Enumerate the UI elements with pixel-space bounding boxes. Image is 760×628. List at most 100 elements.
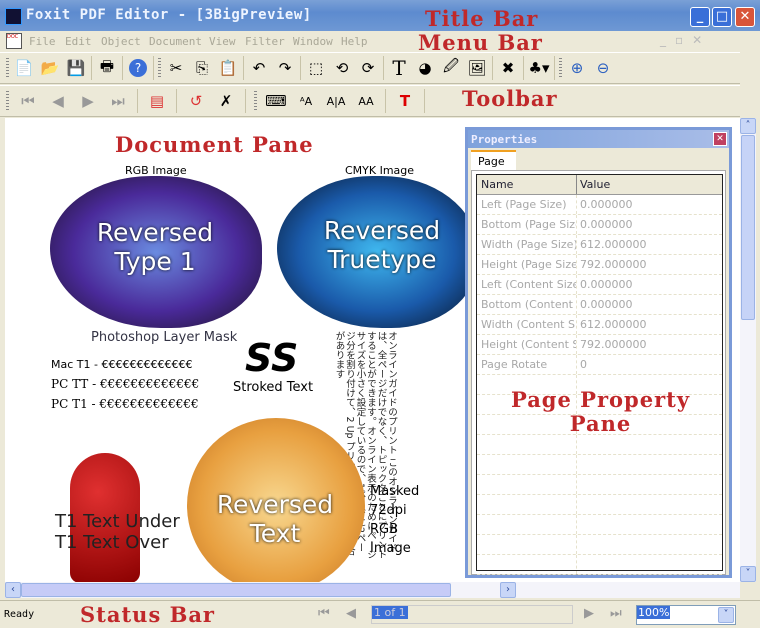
open-icon[interactable]: 📂 (39, 57, 61, 79)
print-icon[interactable]: 🖶 (96, 57, 118, 79)
add-text-icon[interactable]: T (394, 90, 416, 112)
zoom-select[interactable]: 100% ˅ (636, 605, 736, 625)
status-next-page-icon[interactable]: ▶ (584, 606, 594, 621)
copy-icon[interactable]: ⎘ (191, 57, 213, 79)
edit-image-icon[interactable]: 🖉 (440, 57, 462, 79)
menu-edit[interactable]: Edit (65, 35, 92, 48)
mac-t1-text: Mac T1 - €€€€€€€€€€€€€ (51, 358, 193, 371)
color-icon[interactable]: ◕ (414, 57, 436, 79)
rotate-page-icon[interactable]: ↺ (185, 90, 207, 112)
menu-document[interactable]: Document (149, 35, 202, 48)
property-value: 0.000000 (580, 278, 633, 291)
reversed-type1-text-2: Type 1 (114, 247, 196, 276)
text-spacing-icon[interactable]: A|A (325, 90, 347, 112)
menu-window[interactable]: Window (293, 35, 333, 48)
delete-object-icon[interactable]: ✖ (497, 57, 519, 79)
property-row[interactable]: Left (Content Size) 0.000000 (477, 275, 722, 295)
property-row[interactable]: Width (Content Size)612.000000 (477, 315, 722, 335)
scroll-right-icon[interactable]: › (500, 582, 516, 598)
property-name: Left (Page Size) (477, 195, 577, 214)
close-button[interactable]: ✕ (735, 7, 755, 27)
paste-icon[interactable]: 📋 (217, 57, 239, 79)
page-properties-icon[interactable]: ▤ (146, 90, 168, 112)
status-text: Ready (4, 609, 35, 620)
previous-page-icon[interactable]: ◀ (47, 90, 69, 112)
scroll-down-icon[interactable]: ˅ (740, 566, 756, 582)
property-value: 792.000000 (580, 258, 647, 271)
horizontal-scrollbar[interactable]: ‹ › (5, 582, 740, 598)
help-icon[interactable]: ? (127, 57, 149, 79)
last-page-icon[interactable]: ⏭ (107, 90, 129, 112)
objects-dropdown-icon[interactable]: ♣▾ (528, 57, 550, 79)
property-row[interactable]: Page Rotate 0 (477, 355, 722, 375)
menu-view[interactable]: View (209, 35, 236, 48)
tab-page[interactable]: Page (471, 150, 516, 171)
property-row[interactable]: Left (Page Size) 0.000000 (477, 195, 722, 215)
masked-72dpi-label: Masked 72dpi RGB Image (370, 484, 420, 556)
new-icon[interactable]: 📄 (13, 57, 35, 79)
property-row[interactable]: Height (Content Size)792.000000 (477, 335, 722, 355)
vertical-scroll-thumb[interactable] (741, 135, 755, 320)
property-name: Page Rotate (477, 355, 577, 374)
rotate-right-icon[interactable]: ⟳ (357, 57, 379, 79)
toolbar-grip[interactable] (6, 58, 9, 78)
property-row[interactable]: Bottom (Content Size)0.000000 (477, 295, 722, 315)
property-row[interactable]: Height (Page Size) 792.000000 (477, 255, 722, 275)
text-size-icon[interactable]: ᴬA (295, 90, 317, 112)
property-row[interactable]: Width (Page Size) 612.000000 (477, 235, 722, 255)
properties-pane: Properties ✕ Page Name Value Left (Page S… (465, 127, 732, 578)
next-page-icon[interactable]: ▶ (77, 90, 99, 112)
menu-object[interactable]: Object (101, 35, 141, 48)
maximize-button[interactable]: □ (712, 7, 732, 27)
scroll-up-icon[interactable]: ˄ (740, 118, 756, 134)
minimize-button[interactable]: _ (690, 7, 710, 27)
toolbar-page: ⏮ ◀ ▶ ⏭ ▤ ↺ ✗ ⌨ ᴬA A|A AA T (0, 85, 740, 117)
menu-help[interactable]: Help (341, 35, 368, 48)
insert-image-icon[interactable]: 🖼 (466, 57, 488, 79)
annotation-status-bar: Status Bar (80, 602, 215, 627)
close-properties-icon[interactable]: ✕ (713, 132, 727, 146)
text-object-icon[interactable]: T (388, 56, 410, 80)
zoom-in-icon[interactable]: ⊕ (566, 57, 588, 79)
pc-tt-text: PC TT - €€€€€€€€€€€€€ (51, 377, 200, 391)
status-last-page-icon[interactable]: ⏭ (610, 606, 622, 621)
property-value: 792.000000 (580, 338, 647, 351)
column-name: Name (477, 175, 577, 194)
property-name: Height (Content Size) (477, 335, 577, 354)
page-number-select[interactable]: 1 of 1 (371, 605, 573, 624)
status-bar: Ready Status Bar ⏮ ◀ 1 of 1 ▶ ⏭ 100% ˅ (0, 600, 760, 628)
menu-filter[interactable]: Filter (245, 35, 285, 48)
select-object-icon[interactable]: ⬚ (305, 57, 327, 79)
annotation-toolbar: Toolbar (462, 86, 558, 111)
save-icon[interactable]: 💾 (65, 57, 87, 79)
vertical-scrollbar[interactable]: ˄ ˅ (740, 118, 756, 582)
zoom-out-icon[interactable]: ⊖ (592, 57, 614, 79)
redo-icon[interactable]: ↷ (274, 57, 296, 79)
properties-title: Properties (468, 130, 729, 148)
scroll-left-icon[interactable]: ‹ (5, 582, 21, 598)
delete-page-icon[interactable]: ✗ (215, 90, 237, 112)
undo-icon[interactable]: ↶ (248, 57, 270, 79)
t1-over-text: T1 Text Over (55, 532, 169, 553)
property-name: Height (Page Size) (477, 255, 577, 274)
property-name: Left (Content Size) (477, 275, 577, 294)
t1-under-text: T1 Text Under (55, 511, 180, 532)
property-row[interactable]: Bottom (Page Size) 0.000000 (477, 215, 722, 235)
first-page-icon[interactable]: ⏮ (17, 90, 39, 112)
ss-logo: SS (245, 336, 299, 380)
property-name: Width (Page Size) (477, 235, 577, 254)
toolbar-main: 📄 📂 💾 🖶 ? ✂ ⎘ 📋 ↶ ↷ ⬚ ⟲ ⟳ T ◕ 🖉 🖼 ✖ ♣▾ ⊕… (0, 52, 740, 84)
property-name: Bottom (Content Size) (477, 295, 577, 314)
property-name: Width (Content Size) (477, 315, 577, 334)
char-spacing-icon[interactable]: AA (355, 90, 377, 112)
horizontal-scroll-thumb[interactable] (21, 583, 451, 597)
keyboard-icon[interactable]: ⌨ (265, 90, 287, 112)
mdi-window-controls[interactable]: _▫✕ (660, 33, 711, 47)
menu-file[interactable]: File (29, 35, 56, 48)
property-value: 0.000000 (580, 218, 633, 231)
cut-icon[interactable]: ✂ (165, 57, 187, 79)
annotation-document-pane: Document Pane (115, 132, 314, 157)
status-first-page-icon[interactable]: ⏮ (318, 606, 330, 621)
rotate-left-icon[interactable]: ⟲ (331, 57, 353, 79)
status-previous-page-icon[interactable]: ◀ (346, 606, 356, 621)
